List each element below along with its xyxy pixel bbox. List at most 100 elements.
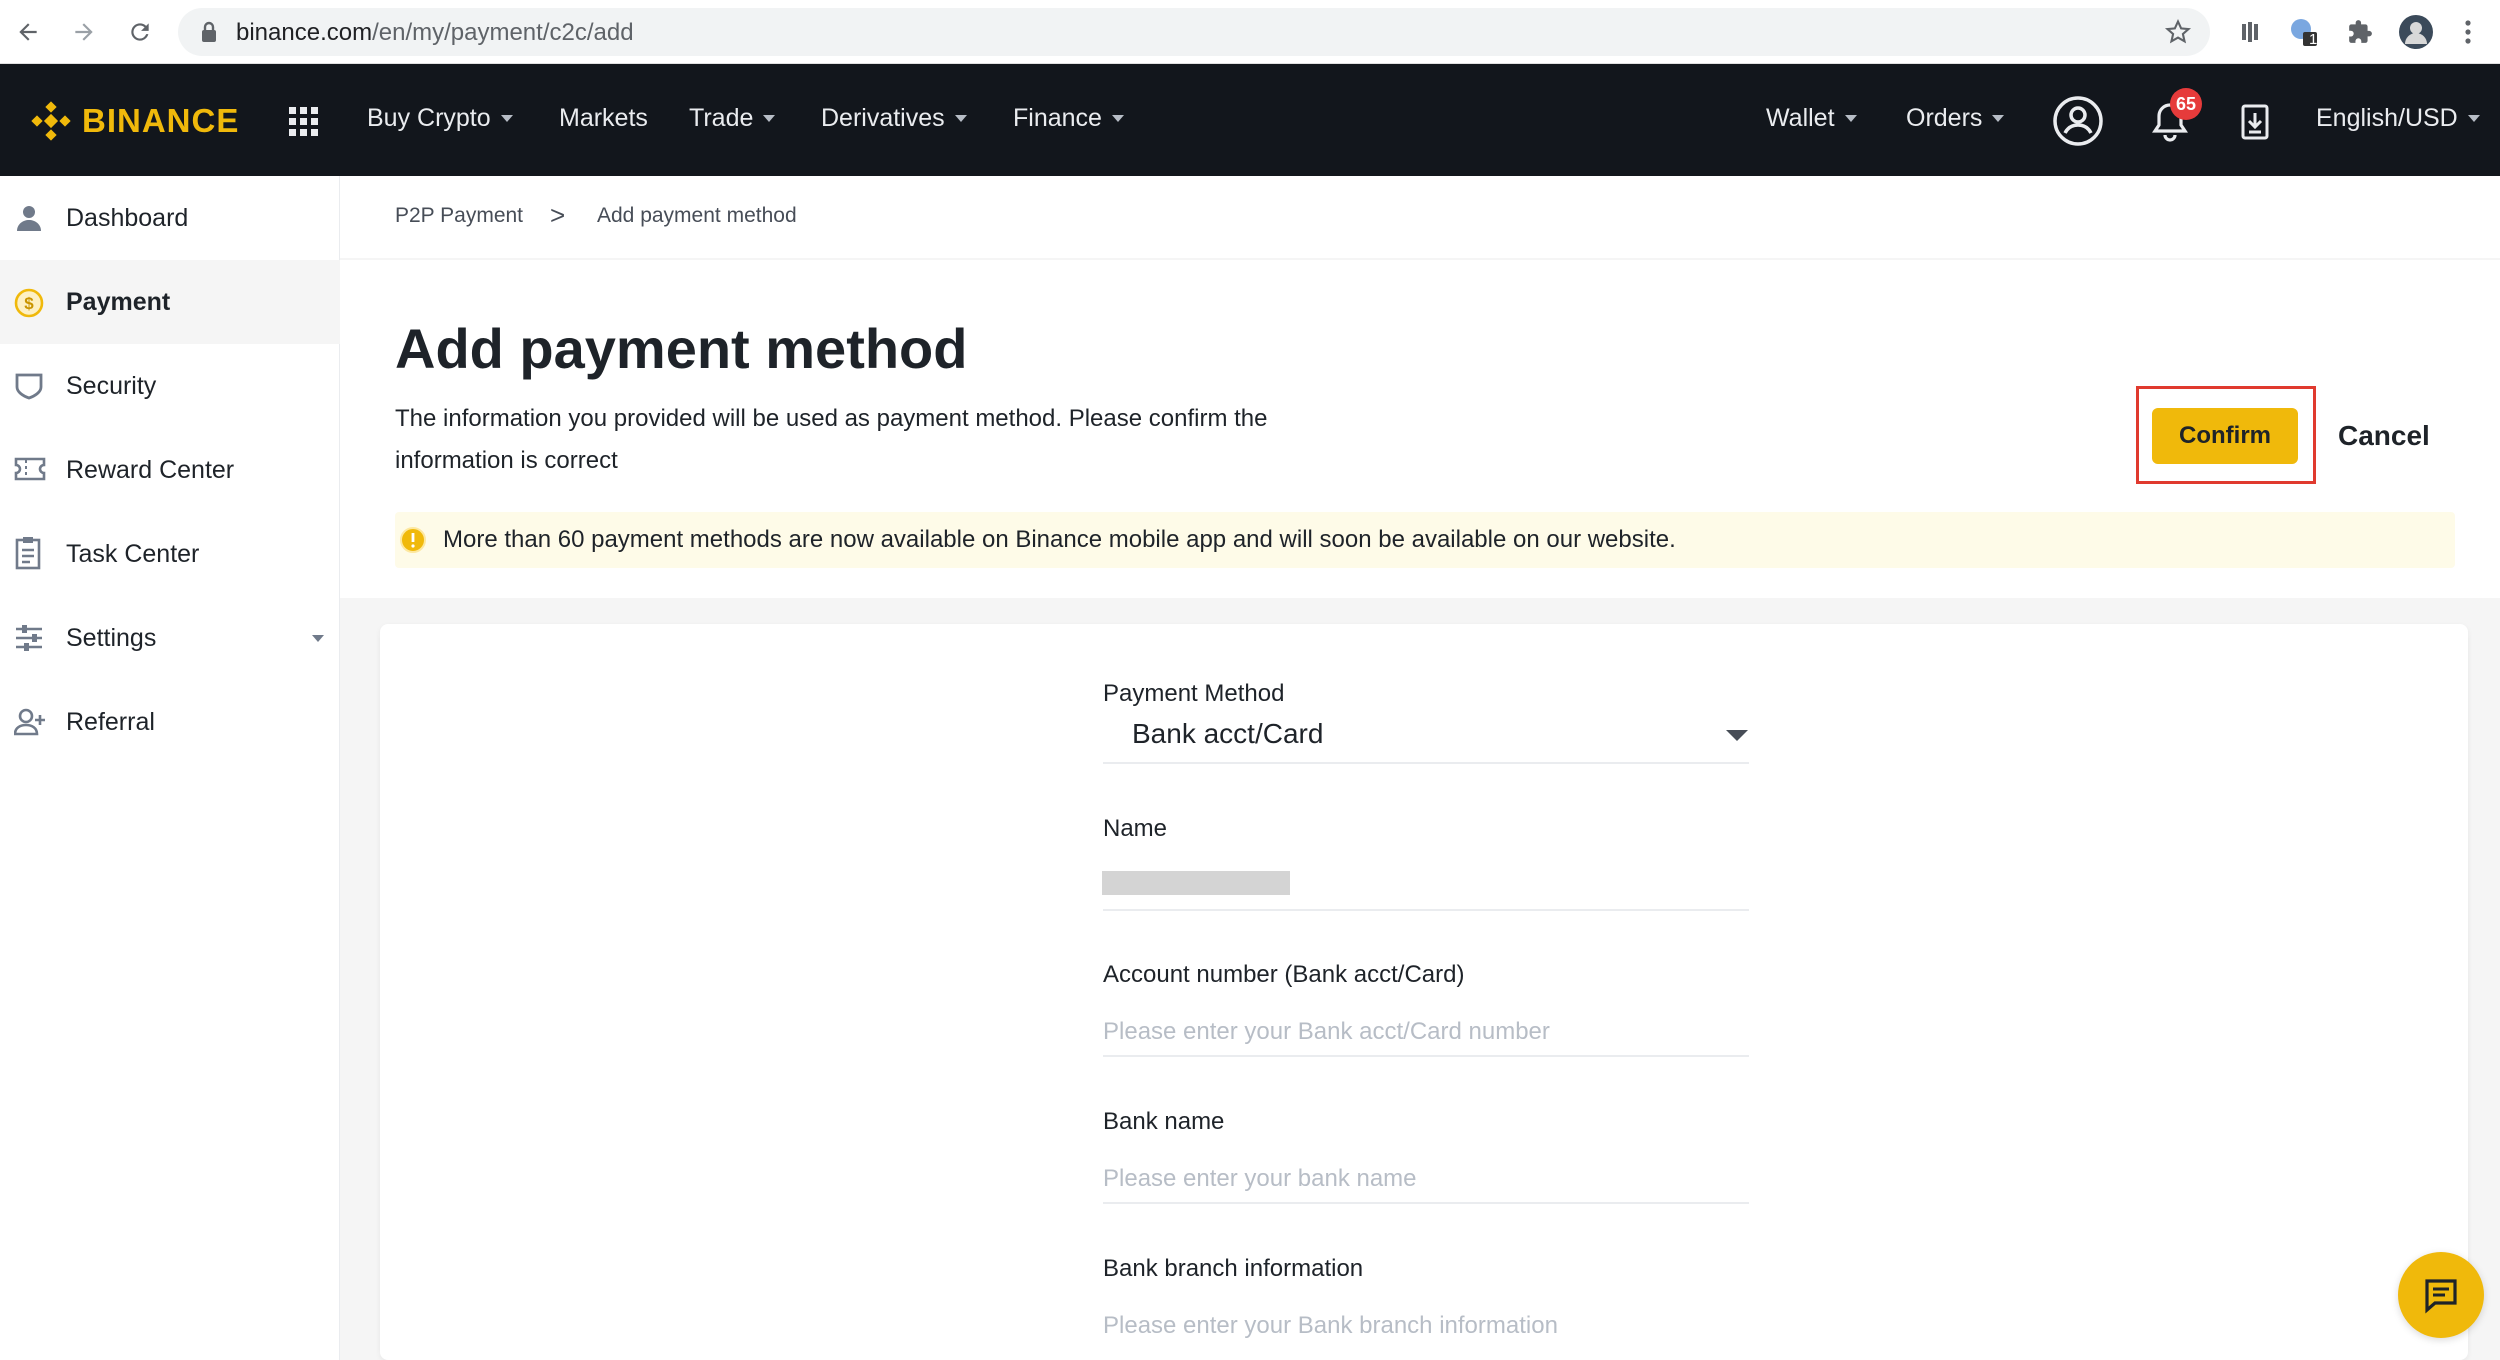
- sidebar-item-referral[interactable]: Referral: [0, 680, 340, 764]
- browser-toolbar: binance.com/en/my/payment/c2c/add 1: [0, 0, 2500, 64]
- breadcrumb-current: Add payment method: [597, 204, 797, 227]
- apps-grid-icon[interactable]: [289, 107, 319, 142]
- nav-orders-label: Orders: [1906, 104, 1983, 132]
- info-notice: More than 60 payment methods are now ava…: [395, 512, 2455, 568]
- name-field-redacted-value[interactable]: [1102, 871, 1290, 895]
- account-number-label: Account number (Bank acct/Card): [1103, 961, 1465, 988]
- kebab-menu-icon[interactable]: [2450, 14, 2486, 50]
- chevron-down-icon: [954, 115, 967, 122]
- nav-markets-label: Markets: [559, 104, 648, 132]
- payment-method-select[interactable]: Bank acct/Card: [1132, 718, 1323, 750]
- dollar-coin-icon: $: [14, 288, 46, 318]
- breadcrumb-separator: >: [550, 200, 566, 230]
- account-number-input[interactable]: Please enter your Bank acct/Card number: [1103, 1018, 1550, 1046]
- shield-icon: [14, 372, 46, 400]
- chevron-down-icon[interactable]: [1726, 730, 1748, 741]
- name-label: Name: [1103, 815, 1168, 842]
- nav-trade[interactable]: Trade: [689, 104, 776, 133]
- nav-finance[interactable]: Finance: [1013, 104, 1124, 133]
- address-bar[interactable]: binance.com/en/my/payment/c2c/add: [178, 8, 2210, 56]
- payment-method-label: Payment Method: [1103, 680, 1285, 707]
- language-label: English/USD: [2316, 104, 2458, 132]
- sidebar-item-settings[interactable]: Settings: [0, 596, 340, 680]
- nav-wallet[interactable]: Wallet: [1766, 104, 1857, 133]
- chevron-down-icon: [312, 635, 324, 642]
- binance-logo[interactable]: BINANCE: [30, 100, 239, 142]
- breadcrumb-parent-link[interactable]: P2P Payment: [395, 204, 523, 228]
- binance-logo-icon: [31, 101, 71, 141]
- chevron-down-icon: [1111, 115, 1124, 122]
- chat-icon: [2425, 1279, 2457, 1314]
- bank-name-label: Bank name: [1103, 1108, 1225, 1135]
- site-header: BINANCE Buy Crypto Markets Trade Derivat…: [0, 64, 2500, 176]
- url-path: /en/my/payment/c2c/add: [372, 19, 634, 46]
- nav-orders[interactable]: Orders: [1906, 104, 2005, 133]
- language-currency-selector[interactable]: English/USD: [2316, 104, 2480, 133]
- star-icon[interactable]: [2164, 18, 2192, 51]
- bank-branch-input[interactable]: Please enter your Bank branch informatio…: [1103, 1312, 1558, 1340]
- payment-method-underline: [1103, 762, 1749, 764]
- sidebar-item-task-center[interactable]: Task Center: [0, 512, 340, 596]
- notice-text: More than 60 payment methods are now ava…: [443, 526, 1676, 553]
- sidebar-item-label: Task Center: [66, 539, 200, 568]
- add-user-icon: [13, 708, 46, 736]
- clipboard-icon: [14, 537, 46, 570]
- nav-finance-label: Finance: [1013, 104, 1102, 132]
- url-text: binance.com/en/my/payment/c2c/add: [236, 19, 634, 47]
- payment-form-card: [380, 624, 2468, 1360]
- puzzle-icon[interactable]: [2342, 14, 2378, 50]
- page-title: Add payment method: [395, 317, 968, 380]
- translate-extension-icon[interactable]: 1: [2286, 14, 2322, 50]
- nav-buy-crypto[interactable]: Buy Crypto: [367, 104, 513, 133]
- bank-name-input[interactable]: Please enter your bank name: [1103, 1165, 1417, 1193]
- sidebar-item-label: Dashboard: [66, 203, 189, 232]
- svg-text:$: $: [24, 294, 34, 313]
- user-icon: [14, 204, 46, 232]
- sliders-icon: [14, 624, 46, 652]
- sidebar-item-dashboard[interactable]: Dashboard: [0, 176, 340, 260]
- sidebar-item-label: Payment: [66, 287, 171, 316]
- sidebar: Dashboard $ Payment Security Reward Cent…: [0, 176, 340, 1360]
- extension-icon[interactable]: [2232, 14, 2268, 50]
- reload-icon[interactable]: [122, 14, 158, 50]
- download-app-icon[interactable]: [2240, 104, 2270, 145]
- logo-text: BINANCE: [82, 102, 240, 139]
- profile-avatar[interactable]: [2398, 14, 2434, 50]
- breadcrumb: P2P Payment > Add payment method: [340, 176, 2500, 260]
- chat-support-button[interactable]: [2398, 1252, 2484, 1338]
- back-arrow-icon[interactable]: [10, 14, 46, 50]
- account-user-icon[interactable]: [2052, 95, 2104, 152]
- account-number-underline: [1103, 1055, 1749, 1057]
- bank-name-underline: [1103, 1202, 1749, 1204]
- nav-markets[interactable]: Markets: [559, 104, 648, 133]
- sidebar-item-label: Referral: [66, 707, 155, 736]
- page-description: The information you provided will be use…: [395, 405, 1268, 474]
- sidebar-item-reward-center[interactable]: Reward Center: [0, 428, 340, 512]
- chevron-down-icon: [2467, 115, 2480, 122]
- ticket-icon: [14, 456, 46, 484]
- sidebar-item-label: Reward Center: [66, 455, 235, 484]
- bank-branch-label: Bank branch information: [1103, 1255, 1364, 1282]
- sidebar-item-security[interactable]: Security: [0, 344, 340, 428]
- nav-buy-crypto-label: Buy Crypto: [367, 104, 491, 132]
- nav-derivatives-label: Derivatives: [821, 104, 945, 132]
- notification-badge: 65: [2170, 88, 2202, 120]
- chevron-down-icon: [500, 115, 513, 122]
- chevron-down-icon: [1844, 115, 1857, 122]
- sidebar-item-payment[interactable]: $ Payment: [0, 260, 340, 344]
- confirm-button[interactable]: Confirm: [2152, 408, 2298, 464]
- name-underline: [1103, 909, 1749, 911]
- cancel-button[interactable]: Cancel: [2338, 420, 2430, 452]
- sidebar-item-label: Security: [66, 371, 157, 400]
- chevron-down-icon: [1992, 115, 2005, 122]
- info-icon: [399, 526, 427, 559]
- url-host: binance.com: [236, 19, 373, 46]
- sidebar-item-label: Settings: [66, 623, 157, 652]
- nav-wallet-label: Wallet: [1766, 104, 1835, 132]
- nav-derivatives[interactable]: Derivatives: [821, 104, 967, 133]
- extension-badge: 1: [2309, 31, 2318, 48]
- lock-icon: [200, 21, 218, 48]
- forward-arrow-icon[interactable]: [66, 14, 102, 50]
- nav-trade-label: Trade: [689, 104, 754, 132]
- page: binance.com/en/my/payment/c2c/add 1 BINA…: [0, 0, 2500, 1360]
